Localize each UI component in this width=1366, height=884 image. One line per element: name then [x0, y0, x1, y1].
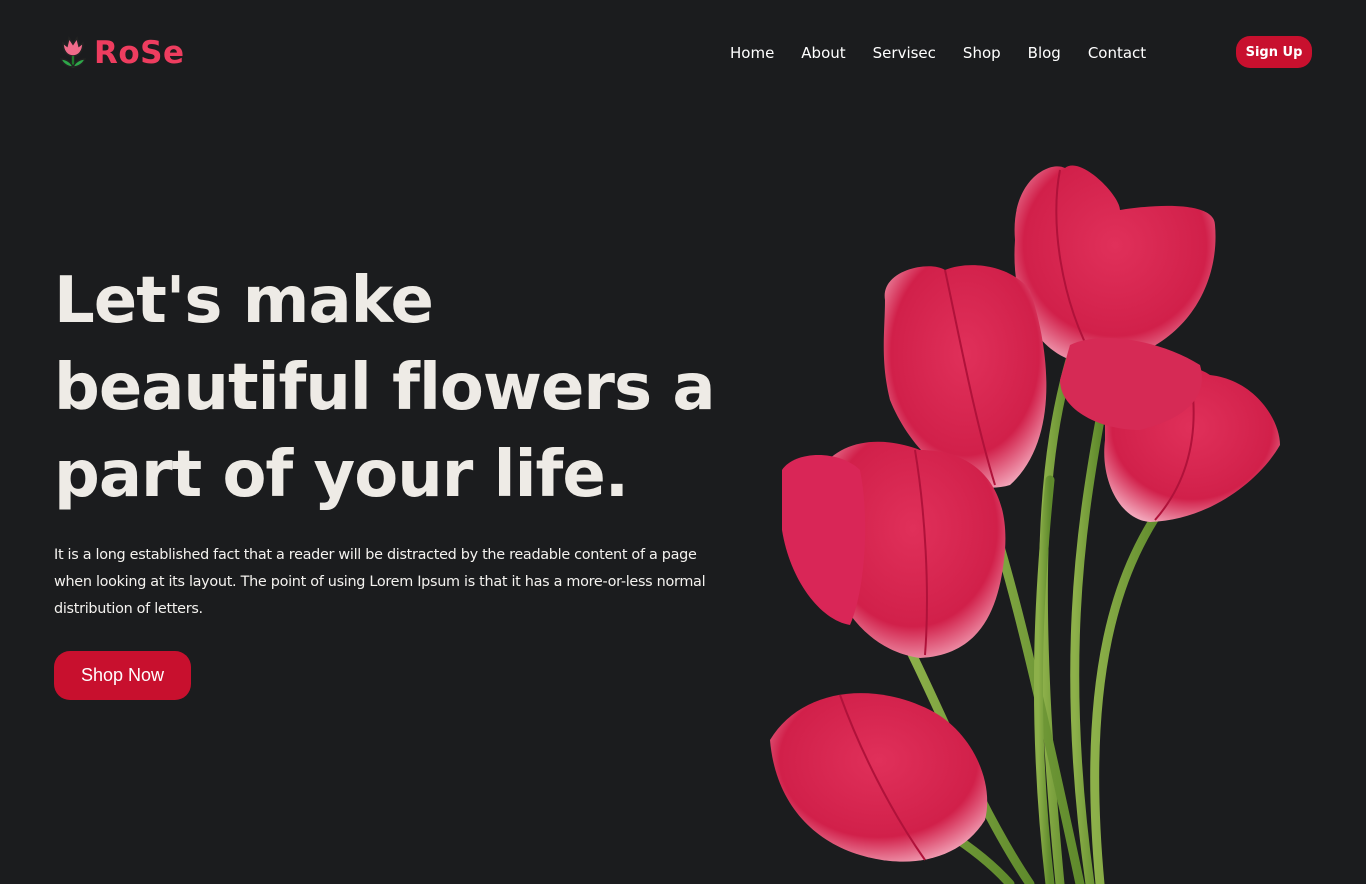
sign-up-button[interactable]: Sign Up [1236, 36, 1312, 68]
tulip-icon [59, 36, 87, 68]
tulip-bouquet-image [770, 165, 1280, 884]
tulip-bottom [770, 693, 988, 862]
brand-logo[interactable]: RoSe [58, 34, 185, 72]
nav-contact[interactable]: Contact [1088, 43, 1146, 63]
nav-home[interactable]: Home [730, 43, 774, 63]
brand-name: RoSe [94, 35, 185, 71]
nav-blog[interactable]: Blog [1028, 43, 1061, 63]
hero-title: Let's make beautiful flowers a part of y… [54, 264, 716, 512]
shop-now-button[interactable]: Shop Now [54, 651, 191, 700]
nav-about[interactable]: About [801, 43, 845, 63]
nav-shop[interactable]: Shop [963, 43, 1001, 63]
tulip-top [1014, 165, 1216, 365]
tulip-left [782, 455, 866, 625]
landing-page: RoSe Home About Servisec Shop Blog Conta… [0, 0, 1366, 884]
main-nav: Home About Servisec Shop Blog Contact [730, 43, 1146, 63]
hero-description: It is a long established fact that a rea… [54, 547, 706, 617]
nav-services[interactable]: Servisec [873, 43, 936, 63]
